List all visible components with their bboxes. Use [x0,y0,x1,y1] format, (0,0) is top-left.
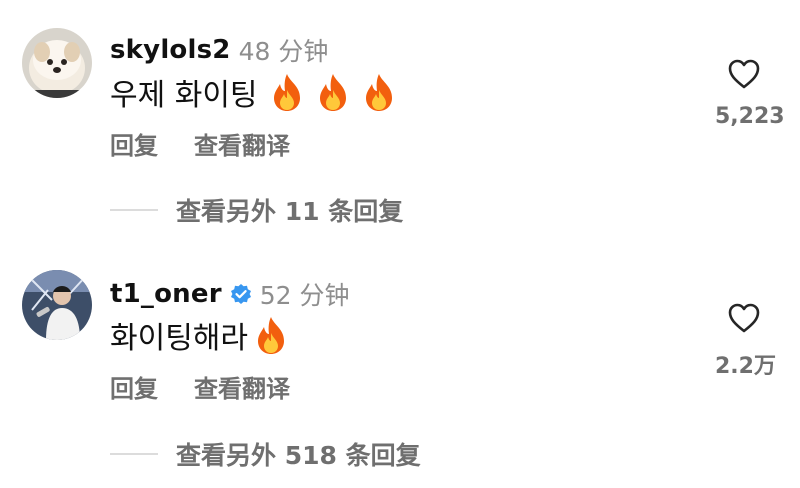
comment-header: skylols2 48 分钟 [110,32,328,68]
like-count: 2.2万 [715,354,776,379]
dog-avatar-image [22,28,92,98]
divider-line [110,209,158,211]
view-replies-button[interactable]: 查看另外 11 条回复 [110,192,403,228]
divider-line [110,453,158,455]
comment-text-content: 화이팅해라 [110,321,248,356]
view-replies-label: 查看另外 518 条回复 [176,441,421,470]
comment-header: t1_oner 52 分钟 [110,276,350,312]
username[interactable]: skylols2 [110,35,231,65]
comment-actions: 回复 查看翻译 [110,369,290,404]
comment-text-content: 우제 화이팅 [110,78,258,113]
comment-text: 화이팅해라 [110,313,288,357]
avatar[interactable] [22,270,92,340]
fire-emoji [258,317,284,354]
verified-badge-icon [230,284,251,304]
reply-button[interactable]: 回复 [110,126,158,161]
like-count: 5,223 [715,104,785,129]
like-block: 2.2万 [715,302,776,380]
comment-time: 52 分钟 [259,281,350,310]
like-block: 5,223 [715,58,785,129]
fire-emoji [273,74,300,111]
fire-emoji [319,74,346,111]
comment-actions: 回复 查看翻译 [110,126,290,161]
reply-button[interactable]: 回复 [110,369,158,404]
fire-emoji [365,74,392,111]
translate-button[interactable]: 查看翻译 [194,126,290,161]
heart-outline-icon[interactable] [727,302,761,334]
comment-text: 우제 화이팅 [110,70,396,114]
player-avatar-image [22,270,92,340]
heart-outline-icon[interactable] [727,58,761,90]
avatar[interactable] [22,28,92,98]
view-replies-button[interactable]: 查看另外 518 条回复 [110,436,421,472]
username[interactable]: t1_oner [110,279,222,309]
comment-time: 48 分钟 [238,37,329,66]
view-replies-label: 查看另外 11 条回复 [176,197,404,226]
translate-button[interactable]: 查看翻译 [194,369,290,404]
